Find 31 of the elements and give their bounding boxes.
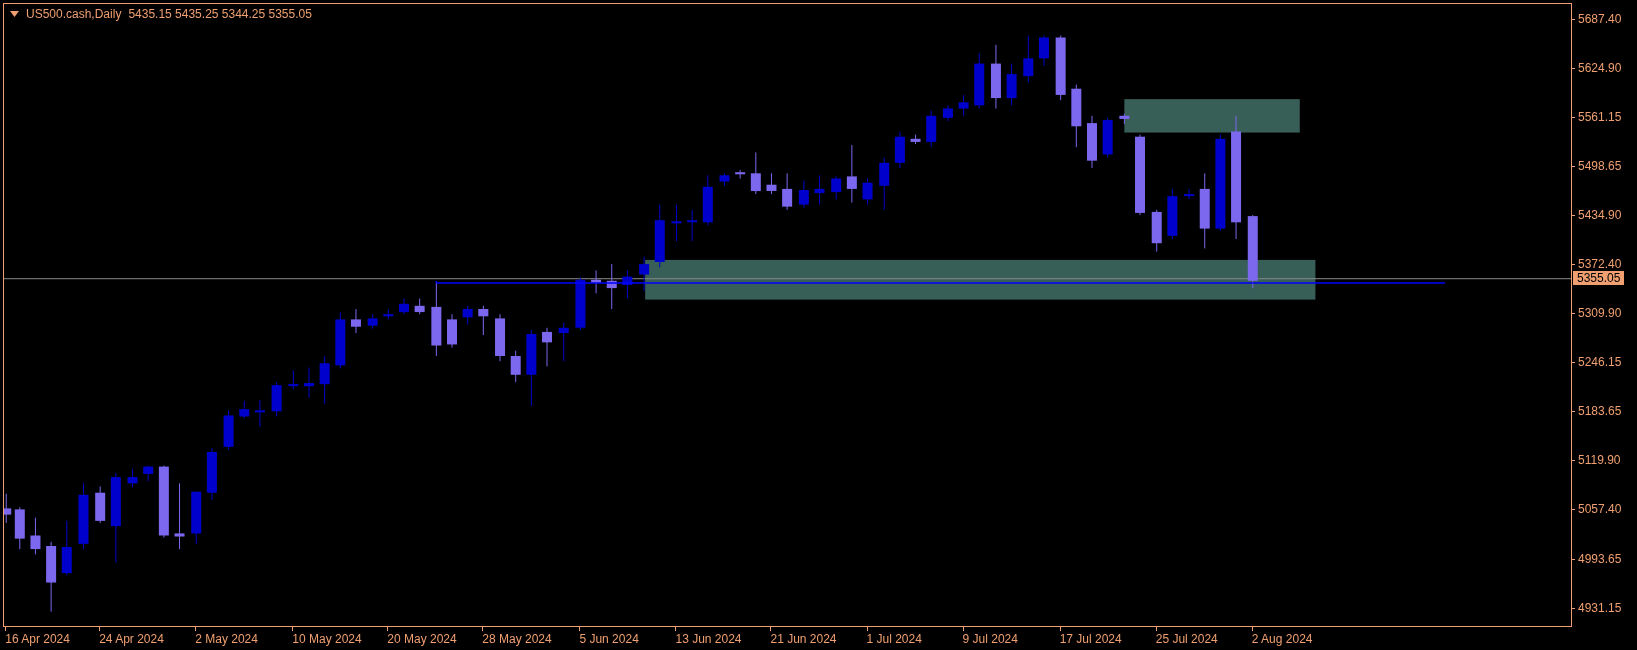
date-label: 13 Jun 2024 <box>675 632 742 646</box>
price-label: 5057.40 <box>1578 502 1622 517</box>
price-label: 4931.15 <box>1578 600 1622 615</box>
current-price-label: 5355.05 <box>1573 270 1625 285</box>
date-label: 2 Aug 2024 <box>1251 632 1313 646</box>
date-label: 21 Jun 2024 <box>770 632 837 646</box>
price-label: 5119.90 <box>1578 453 1621 468</box>
ohlc-values: 5435.15 5435.25 5344.25 5355.05 <box>128 7 312 21</box>
symbol-label: US500.cash,Daily <box>26 7 122 21</box>
price-label: 5498.65 <box>1578 159 1622 173</box>
date-label: 1 Jul 2024 <box>866 632 922 646</box>
price-label: 5561.15 <box>1578 109 1622 124</box>
price-label: 5246.15 <box>1578 355 1622 370</box>
date-label: 9 Jul 2024 <box>962 632 1018 646</box>
date-label: 24 Apr 2024 <box>99 632 164 646</box>
date-label: 28 May 2024 <box>482 632 552 646</box>
date-label: 25 Jul 2024 <box>1155 632 1218 646</box>
date-label: 2 May 2024 <box>195 632 258 646</box>
date-label: 16 Apr 2024 <box>5 632 70 646</box>
price-label: 5434.90 <box>1578 208 1622 223</box>
dropdown-triangle-icon[interactable] <box>10 11 19 17</box>
price-label: 5309.90 <box>1578 306 1622 321</box>
price-label: 5183.65 <box>1578 404 1622 419</box>
price-label: 5372.40 <box>1578 257 1622 272</box>
date-label: 5 Jun 2024 <box>579 632 639 646</box>
price-label: 5624.90 <box>1578 60 1622 75</box>
price-label: 5687.40 <box>1578 11 1622 26</box>
price-label: 4993.65 <box>1578 551 1622 566</box>
date-label: 20 May 2024 <box>387 632 457 646</box>
date-label: 10 May 2024 <box>292 632 362 646</box>
date-label: 17 Jul 2024 <box>1059 632 1122 646</box>
